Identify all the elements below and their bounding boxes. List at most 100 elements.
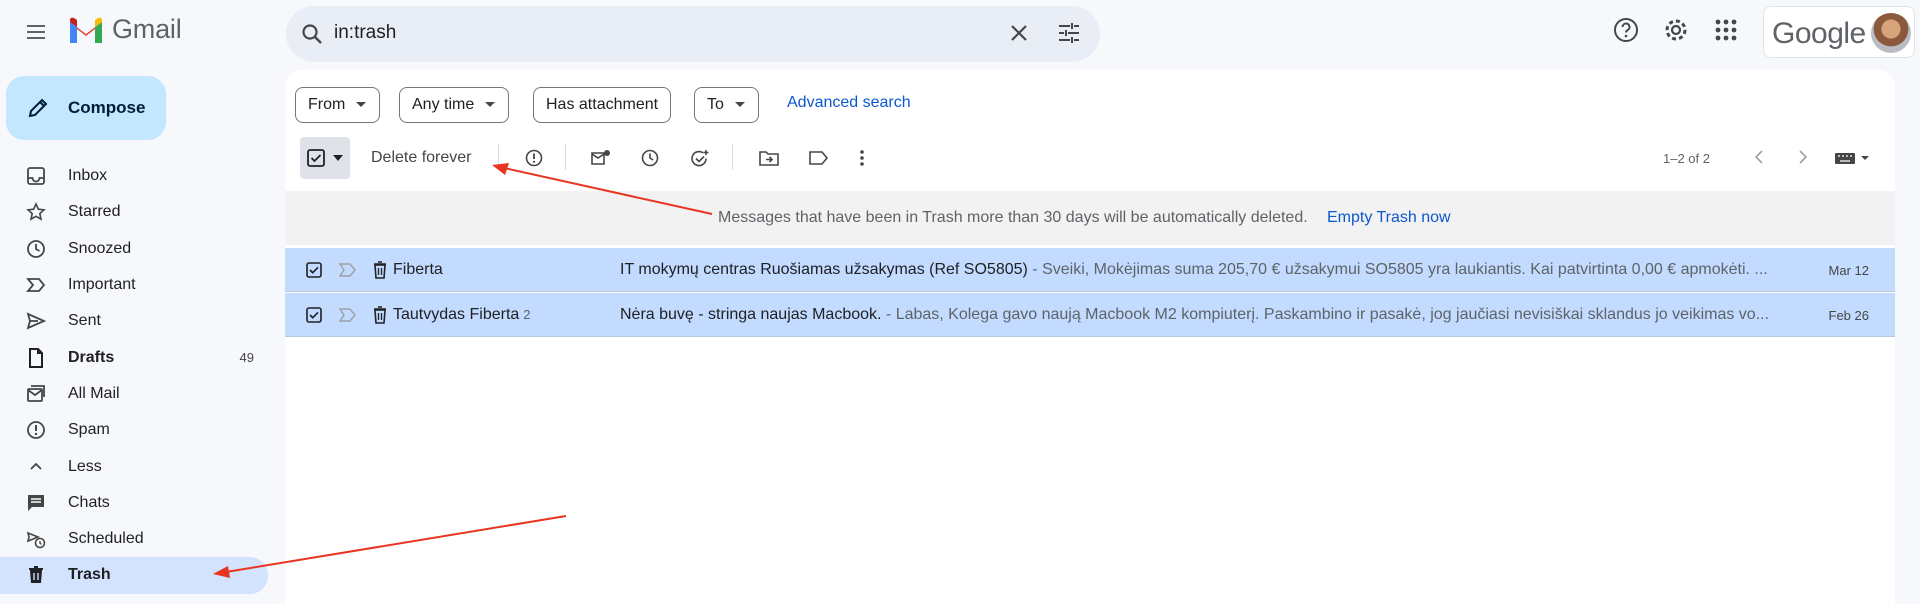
from-filter-label: From (308, 96, 346, 113)
any-time-filter-chip[interactable]: Any time (399, 87, 510, 123)
pencil-icon (28, 98, 48, 118)
sidebar-item-chats[interactable]: Chats (0, 485, 268, 521)
sidebar-item-snoozed[interactable]: Snoozed (0, 231, 268, 267)
chevron-down-icon (333, 155, 343, 161)
importance-marker-icon[interactable] (339, 263, 357, 277)
email-sender: Tautvydas Fiberta 2 (393, 306, 531, 324)
close-icon[interactable] (1006, 20, 1032, 46)
email-row[interactable]: Tautvydas Fiberta 2 Nėra buvę - stringa n… (285, 293, 1895, 337)
to-filter-chip[interactable]: To (694, 87, 759, 123)
snooze-clock-icon[interactable] (641, 149, 659, 167)
sidebar-item-all-mail[interactable]: All Mail (0, 376, 268, 412)
sidebar-nav: Inbox Starred Snoozed Important Sent Dra… (0, 158, 268, 594)
any-time-filter-label: Any time (412, 96, 475, 113)
help-icon[interactable] (1612, 16, 1640, 44)
chevron-left-icon[interactable] (1753, 149, 1765, 165)
gmail-logo[interactable]: Gmail (68, 14, 182, 45)
sidebar-item-scheduled[interactable]: Scheduled (0, 521, 268, 557)
google-account-button[interactable]: Google (1763, 6, 1915, 58)
mail-panel: From Any time Has attachment To Advanced… (285, 70, 1895, 604)
sender-name: Tautvydas Fiberta (393, 306, 520, 323)
chevron-right-icon[interactable] (1797, 149, 1809, 165)
checkbox-checked-icon[interactable] (306, 262, 322, 278)
draft-icon (29, 347, 43, 368)
sidebar-item-important[interactable]: Important (0, 267, 268, 303)
sender-name: Fiberta (393, 261, 443, 278)
sidebar-item-label: Chats (68, 493, 110, 511)
mark-as-unread-icon[interactable] (591, 149, 611, 167)
send-icon (26, 312, 46, 330)
dropdown-arrow-icon (356, 102, 367, 107)
email-snippet: - Labas, Kolega gavo naują Macbook M2 ko… (881, 306, 1770, 323)
thread-count: 2 (523, 307, 531, 322)
importance-marker-icon[interactable] (339, 308, 357, 322)
has-attachment-chip[interactable]: Has attachment (533, 87, 672, 123)
settings-gear-icon[interactable] (1662, 16, 1690, 44)
sidebar-item-drafts[interactable]: Drafts 49 (0, 339, 268, 375)
delete-forever-button[interactable]: Delete forever (371, 149, 472, 167)
sidebar-item-label: Inbox (68, 167, 108, 185)
email-subject: IT mokymų centras Ruošiamas užsakymas (R… (620, 261, 1028, 278)
sidebar-item-label: Scheduled (68, 530, 144, 548)
search-input[interactable]: in:trash (334, 22, 396, 44)
clock-icon (27, 239, 45, 258)
checkbox-checked-icon (307, 149, 325, 167)
toolbar-divider (565, 144, 566, 170)
important-icon (26, 278, 46, 292)
email-preview[interactable]: Nėra buvę - stringa naujas Macbook. - La… (620, 306, 1775, 324)
advanced-search-link[interactable]: Advanced search (787, 94, 911, 112)
report-spam-icon[interactable] (525, 149, 543, 167)
dropdown-arrow-icon (485, 102, 496, 107)
email-sender: Fiberta (393, 261, 447, 279)
all-mail-icon (27, 385, 45, 402)
email-snippet: - Sveiki, Mokėjimas suma 205,70 € užsaky… (1027, 261, 1768, 278)
keyboard-icon[interactable] (1835, 152, 1871, 164)
main-menu-button[interactable] (16, 14, 56, 50)
chevron-up-icon (30, 462, 42, 470)
sidebar-item-label: Less (68, 457, 102, 475)
compose-button[interactable]: Compose (6, 76, 166, 140)
toolbar-divider (732, 144, 733, 170)
sidebar-item-label: Sent (68, 312, 101, 330)
hamburger-icon (27, 25, 45, 39)
move-to-icon[interactable] (759, 149, 779, 167)
sidebar-item-label: Trash (68, 566, 111, 584)
trash-info-message: Messages that have been in Trash more th… (718, 209, 1308, 226)
more-options-icon[interactable] (859, 149, 865, 167)
search-icon[interactable] (300, 22, 324, 46)
sidebar-item-sent[interactable]: Sent (0, 303, 268, 339)
email-subject: Nėra buvę - stringa naujas Macbook. (620, 306, 882, 323)
email-preview[interactable]: IT mokymų centras Ruošiamas užsakymas (R… (620, 261, 1775, 279)
sidebar-item-inbox[interactable]: Inbox (0, 158, 268, 194)
drafts-count: 49 (239, 350, 254, 366)
compose-label: Compose (68, 98, 146, 117)
sidebar-item-starred[interactable]: Starred (0, 194, 268, 230)
avatar[interactable] (1871, 13, 1911, 53)
label-icon[interactable] (809, 149, 829, 167)
dropdown-arrow-icon (734, 102, 745, 107)
has-attachment-label: Has attachment (546, 96, 659, 113)
search-options-icon[interactable] (1056, 20, 1082, 46)
checkbox-checked-icon[interactable] (306, 307, 322, 323)
to-filter-label: To (707, 96, 724, 113)
trash-icon (29, 566, 43, 584)
from-filter-chip[interactable]: From (295, 87, 381, 123)
sidebar-item-less[interactable]: Less (0, 448, 268, 484)
empty-trash-button[interactable]: Empty Trash now (1327, 209, 1451, 227)
sidebar-item-spam[interactable]: Spam (0, 412, 268, 448)
star-icon (26, 202, 46, 222)
add-to-tasks-icon[interactable] (690, 149, 710, 169)
trash-info-banner: Messages that have been in Trash more th… (285, 191, 1895, 245)
email-date: Mar 12 (1828, 263, 1869, 278)
sidebar-item-label: Starred (68, 203, 121, 221)
email-row[interactable]: Fiberta IT mokymų centras Ruošiamas užsa… (285, 248, 1895, 292)
sidebar-item-label: Important (68, 276, 136, 294)
google-logo-text: Google (1772, 17, 1866, 50)
scheduled-icon (26, 531, 46, 549)
toolbar-divider (498, 144, 499, 170)
sidebar-item-label: Drafts (68, 348, 115, 366)
select-all-checkbox[interactable] (300, 137, 350, 179)
sidebar-item-trash[interactable]: Trash (0, 557, 268, 594)
apps-grid-icon[interactable] (1712, 16, 1740, 44)
search-bar[interactable]: in:trash (286, 6, 1100, 62)
